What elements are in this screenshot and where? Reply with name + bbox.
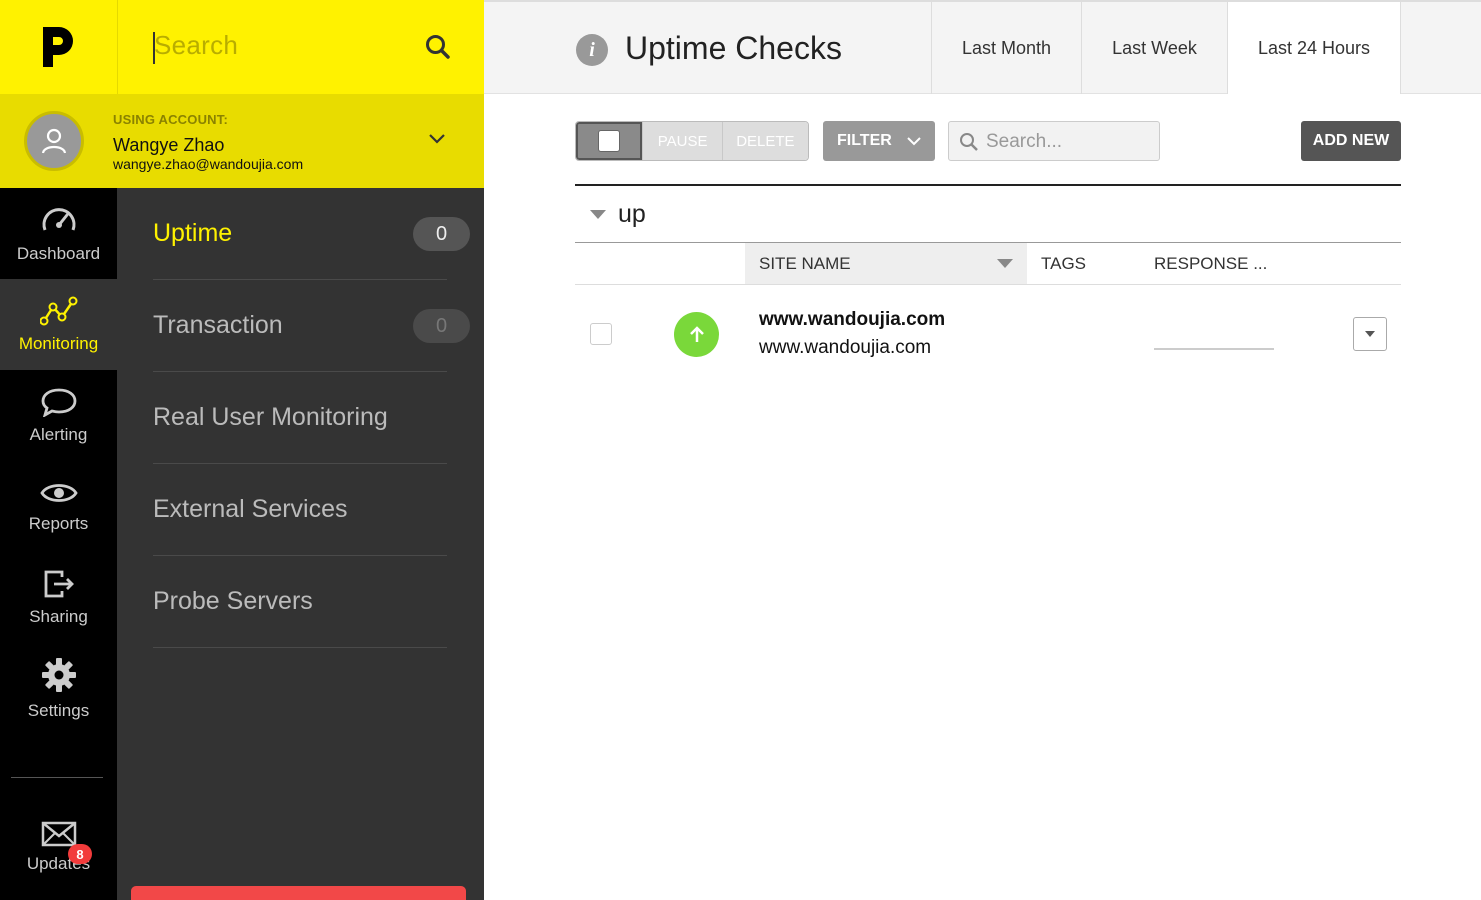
- subnav-item-probe-servers[interactable]: Probe Servers: [153, 556, 447, 648]
- rail-item-alerting[interactable]: Alerting: [0, 370, 117, 461]
- pause-button[interactable]: PAUSE: [642, 122, 722, 160]
- eye-icon: [39, 483, 78, 502]
- column-label-tags: TAGS: [1041, 253, 1087, 273]
- tab-last-week[interactable]: Last Week: [1081, 2, 1227, 94]
- rail-item-reports[interactable]: Reports: [0, 461, 117, 552]
- gear-icon: [41, 657, 76, 692]
- subnav-item-real-user-monitoring[interactable]: Real User Monitoring: [153, 372, 447, 464]
- column-label-response: RESPONSE ...: [1154, 253, 1268, 273]
- uptime-count-badge: 0: [413, 217, 470, 251]
- rail-label-monitoring: Monitoring: [18, 333, 99, 353]
- chevron-down-icon: [907, 137, 921, 146]
- row-checkbox[interactable]: [590, 323, 612, 345]
- rail-label-reports: Reports: [28, 513, 89, 533]
- app: Search USING ACCOUNT: Wangye Zhao wangye…: [0, 0, 1481, 900]
- select-all-checkbox[interactable]: [598, 130, 621, 152]
- column-response[interactable]: RESPONSE ...: [1154, 243, 1267, 284]
- account-switcher[interactable]: USING ACCOUNT: Wangye Zhao wangye.zhao@w…: [0, 94, 484, 188]
- bulk-actions-group: PAUSE DELETE: [575, 121, 809, 161]
- chevron-down-icon[interactable]: [427, 132, 447, 146]
- subnav-label-uptime: Uptime: [153, 219, 233, 247]
- rail-item-dashboard[interactable]: Dashboard: [0, 188, 117, 279]
- tab-last-month[interactable]: Last Month: [931, 2, 1081, 94]
- checks-search-input[interactable]: Search...: [948, 121, 1160, 161]
- filter-button[interactable]: FILTER: [823, 121, 935, 161]
- table-row[interactable]: www.wandoujia.com www.wandoujia.com: [575, 285, 1401, 385]
- top-search[interactable]: Search: [117, 0, 484, 94]
- search-icon[interactable]: [425, 34, 451, 60]
- rail-item-updates[interactable]: 8 Updates: [0, 820, 117, 890]
- rail-divider: [11, 777, 103, 778]
- updates-badge: 8: [68, 844, 92, 864]
- account-email: wangye.zhao@wandoujia.com: [113, 156, 304, 172]
- tab-last-24-hours[interactable]: Last 24 Hours: [1227, 2, 1401, 94]
- column-label-site-name: SITE NAME: [759, 253, 851, 273]
- subnav-item-transaction[interactable]: Transaction 0: [153, 280, 470, 372]
- status-up-icon: [674, 312, 719, 357]
- tab-label-last-24-hours: Last 24 Hours: [1257, 37, 1371, 58]
- speech-bubble-icon: [41, 388, 76, 417]
- account-label: USING ACCOUNT:: [113, 112, 228, 127]
- add-new-button[interactable]: ADD NEW: [1301, 121, 1401, 161]
- subnav-label-rum: Real User Monitoring: [153, 403, 388, 431]
- subnav-item-external-services[interactable]: External Services: [153, 464, 447, 556]
- response-sparkline: [1154, 348, 1274, 350]
- site-url: www.wandoujia.com: [759, 337, 932, 358]
- rail-item-monitoring[interactable]: Monitoring: [0, 279, 117, 370]
- filter-label: FILTER: [837, 132, 892, 149]
- rail-item-settings[interactable]: Settings: [0, 643, 117, 734]
- column-site-name[interactable]: SITE NAME: [745, 243, 1027, 284]
- transaction-count-badge: 0: [413, 309, 470, 343]
- subnav-item-uptime[interactable]: Uptime 0: [153, 188, 470, 280]
- notification-bar[interactable]: [131, 886, 466, 900]
- search-icon: [960, 133, 978, 151]
- user-icon: [41, 128, 67, 154]
- subnav-label-transaction: Transaction: [153, 311, 283, 339]
- group-title: up: [618, 200, 646, 228]
- icon-rail: Dashboard Monitoring Alerting Reports Sh…: [0, 188, 117, 900]
- page-title: Uptime Checks: [625, 30, 842, 66]
- divider: [575, 184, 1401, 186]
- rail-label-sharing: Sharing: [29, 606, 88, 626]
- group-toggle-up[interactable]: up: [590, 200, 646, 229]
- monitoring-subnav: Uptime 0 Transaction 0 Real User Monitor…: [117, 188, 484, 900]
- logo[interactable]: [0, 0, 117, 94]
- info-icon[interactable]: i: [576, 34, 608, 66]
- rail-label-settings: Settings: [27, 700, 90, 720]
- column-tags[interactable]: TAGS: [1041, 243, 1086, 284]
- share-exit-icon: [44, 570, 74, 597]
- pingdom-logo-icon: [42, 27, 73, 67]
- subnav-label-external-services: External Services: [153, 495, 348, 523]
- arrow-up-icon: [689, 325, 704, 342]
- search-placeholder: Search...: [986, 131, 1063, 152]
- table-header: SITE NAME TAGS RESPONSE ...: [575, 243, 1401, 285]
- site-name[interactable]: www.wandoujia.com: [759, 309, 945, 331]
- avatar: [24, 111, 84, 171]
- tab-label-last-month: Last Month: [961, 37, 1052, 58]
- caret-down-icon: [1365, 331, 1375, 337]
- select-all-toggle[interactable]: [576, 122, 643, 160]
- rail-label-dashboard: Dashboard: [16, 243, 101, 263]
- search-input[interactable]: Search: [154, 30, 238, 61]
- account-name: Wangye Zhao: [113, 135, 225, 155]
- row-actions-dropdown[interactable]: [1353, 317, 1387, 351]
- gauge-icon: [42, 207, 75, 231]
- tab-label-last-week: Last Week: [1112, 37, 1197, 58]
- subnav-label-probe-servers: Probe Servers: [153, 587, 313, 615]
- monitoring-graph-icon: [39, 296, 77, 325]
- rail-item-sharing[interactable]: Sharing: [0, 552, 117, 643]
- sort-desc-icon[interactable]: [997, 259, 1013, 268]
- toolbar: PAUSE DELETE FILTER Search... ADD NEW: [575, 121, 1401, 161]
- rail-label-alerting: Alerting: [29, 424, 88, 444]
- triangle-down-icon: [590, 210, 606, 219]
- delete-button[interactable]: DELETE: [721, 122, 808, 160]
- page-header: i Uptime Checks Last Month Last Week Las…: [484, 0, 1481, 94]
- envelope-icon: [41, 821, 76, 847]
